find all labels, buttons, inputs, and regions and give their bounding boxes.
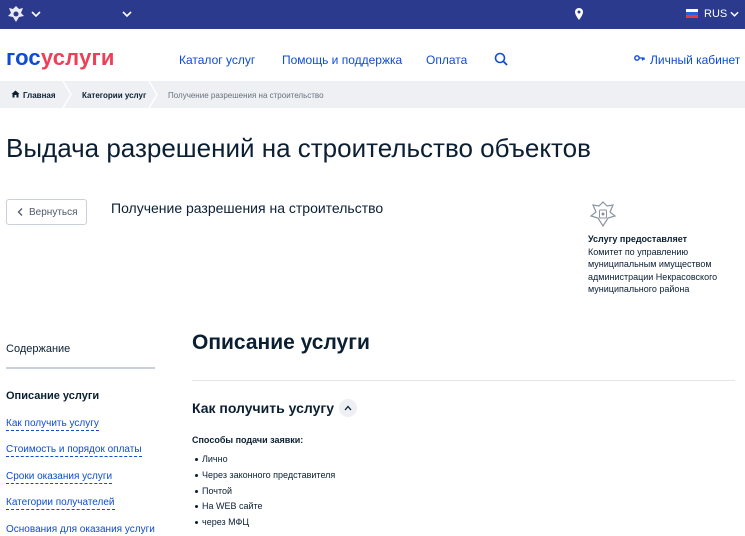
- nav-catalog-link[interactable]: Каталог услуг: [179, 53, 255, 67]
- gosuslugi-logo[interactable]: госуслуги: [6, 45, 115, 71]
- map-pin-icon[interactable]: [574, 7, 584, 21]
- page-title: Выдача разрешений на строительство объек…: [6, 133, 591, 163]
- key-icon[interactable]: [634, 54, 645, 62]
- breadcrumb: Главная Категории услуг Получение разреш…: [0, 81, 745, 108]
- chevron-down-icon[interactable]: [31, 10, 41, 18]
- list-item: Через законного представителя: [195, 470, 335, 480]
- nav-help-link[interactable]: Помощь и поддержка: [282, 53, 402, 67]
- provider-line: муниципального района: [588, 284, 690, 295]
- how-to-get-title[interactable]: Как получить услугу: [192, 400, 334, 416]
- sidebar-item-description[interactable]: Описание услуги: [6, 390, 99, 402]
- list-item: Почтой: [195, 486, 232, 496]
- sidebar-divider: [6, 367, 155, 369]
- chevron-down-icon[interactable]: [122, 10, 132, 18]
- section-title: Описание услуги: [192, 331, 370, 354]
- chevron-up-icon: [344, 405, 352, 411]
- back-button-label: Вернуться: [29, 206, 78, 218]
- breadcrumb-separator: [62, 81, 72, 108]
- list-item: через МФЦ: [195, 517, 249, 527]
- collapse-button[interactable]: [339, 399, 357, 417]
- provider-line: Комитет по управлению: [588, 246, 689, 257]
- coat-of-arms-icon: [589, 201, 617, 228]
- sidebar-item-recipients[interactable]: Категории получателей: [6, 497, 115, 510]
- section-divider: [192, 380, 735, 381]
- breadcrumb-separator: [148, 81, 158, 108]
- russian-flag-icon[interactable]: [686, 9, 698, 18]
- list-item: На WEB сайте: [195, 501, 263, 511]
- list-item: Лично: [195, 454, 228, 464]
- service-name: Получение разрешения на строительство: [111, 200, 384, 216]
- provider-title: Услугу предоставляет: [588, 234, 688, 244]
- sidebar-heading: Содержание: [6, 343, 71, 355]
- sidebar-item-terms[interactable]: Сроки оказания услуги: [6, 471, 113, 484]
- provider-line: муниципальным имуществом: [588, 259, 712, 270]
- service-provider-info: Услугу предоставляет Комитет по управлен…: [588, 233, 738, 296]
- provider-line: администрации Некрасовского: [588, 271, 718, 282]
- chevron-left-icon: [17, 208, 23, 216]
- home-icon[interactable]: [11, 90, 20, 98]
- sidebar-item-how-to-get[interactable]: Как получить услугу: [6, 418, 99, 431]
- nav-payment-link[interactable]: Оплата: [426, 53, 467, 67]
- breadcrumb-home[interactable]: Главная: [23, 91, 56, 100]
- sidebar-item-grounds[interactable]: Основания для оказания услуги: [6, 524, 155, 536]
- language-selector[interactable]: RUS: [704, 8, 727, 20]
- back-button[interactable]: Вернуться: [6, 199, 87, 225]
- methods-title: Способы подачи заявки:: [192, 435, 304, 445]
- chevron-down-icon[interactable]: [730, 10, 739, 18]
- sidebar-item-cost[interactable]: Стоимость и порядок оплаты: [6, 444, 142, 457]
- breadcrumb-current: Получение разрешения на строительство: [168, 91, 324, 100]
- coat-of-arms-icon[interactable]: [6, 4, 26, 24]
- breadcrumb-categories[interactable]: Категории услуг: [82, 91, 146, 100]
- top-bar: RUS: [0, 0, 745, 29]
- main-header: госуслуги Каталог услуг Помощь и поддерж…: [0, 29, 745, 81]
- search-icon[interactable]: [494, 52, 508, 66]
- personal-cabinet-link[interactable]: Личный кабинет: [650, 53, 740, 67]
